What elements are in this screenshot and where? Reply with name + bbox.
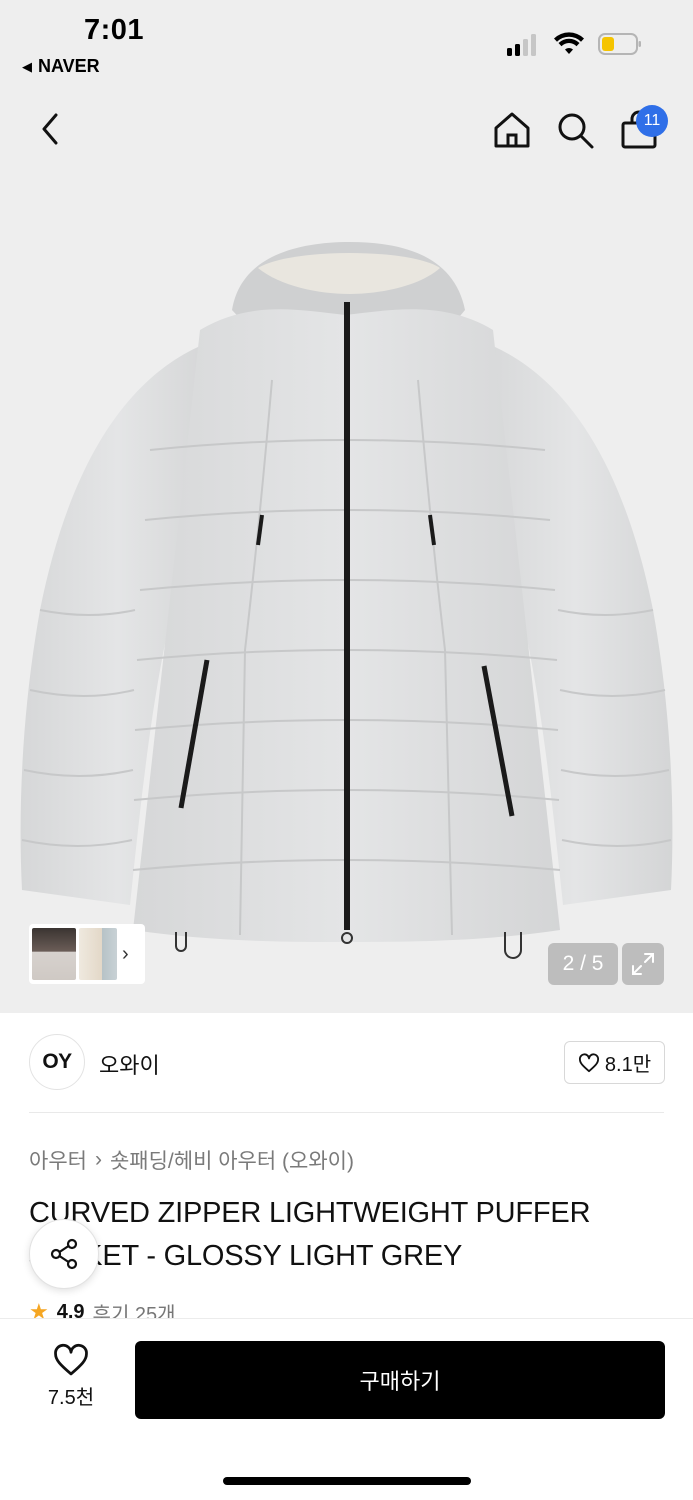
home-indicator xyxy=(223,1477,471,1485)
divider xyxy=(29,1112,664,1113)
status-bar: 7:01 ◀ NAVER xyxy=(0,0,693,90)
back-chevron-icon[interactable] xyxy=(32,109,68,149)
back-to-app-link[interactable]: ◀ NAVER xyxy=(22,56,100,77)
brand-row: OY 오와이 8.1만 xyxy=(0,1013,693,1113)
product-image-jacket[interactable] xyxy=(0,190,693,980)
brand-like-button[interactable]: 8.1만 xyxy=(564,1041,665,1084)
heart-outline-icon xyxy=(54,1343,88,1376)
expand-image-button[interactable] xyxy=(622,943,664,985)
expand-icon xyxy=(632,953,654,975)
back-triangle-icon: ◀ xyxy=(22,58,32,74)
home-icon[interactable] xyxy=(491,109,533,151)
brand-like-count: 8.1만 xyxy=(604,1054,652,1076)
thumbnail-2[interactable] xyxy=(79,928,117,980)
bottom-action-bar: 7.5천 구매하기 xyxy=(0,1318,693,1500)
thumbnail-next-icon[interactable]: › xyxy=(122,943,129,966)
buy-button[interactable]: 구매하기 xyxy=(135,1341,665,1419)
search-icon[interactable] xyxy=(554,109,596,151)
status-time: 7:01 xyxy=(84,14,145,46)
brand-name[interactable]: 오와이 xyxy=(99,1048,160,1080)
wifi-icon xyxy=(554,32,584,54)
heart-icon xyxy=(578,1052,599,1072)
share-button[interactable] xyxy=(29,1219,99,1289)
top-navigation xyxy=(0,95,693,165)
battery-icon xyxy=(598,33,641,55)
back-app-label: NAVER xyxy=(38,56,100,76)
share-icon xyxy=(50,1238,78,1270)
image-thumbnail-strip[interactable]: › xyxy=(29,924,145,984)
image-counter: 2 / 5 xyxy=(548,943,618,985)
thumbnail-1[interactable] xyxy=(32,928,76,980)
cart-count-badge: 11 xyxy=(636,105,668,137)
wishlist-count: 7.5천 xyxy=(47,1387,95,1409)
breadcrumb-item-padding[interactable]: 숏패딩/헤비 아우터 (오와이) xyxy=(110,1145,354,1175)
cellular-signal-icon xyxy=(507,32,536,56)
brand-logo[interactable]: OY xyxy=(29,1034,85,1090)
breadcrumb-item-outer[interactable]: 아우터 xyxy=(29,1145,87,1175)
product-title: CURVED ZIPPER LIGHTWEIGHT PUFFER JACKET … xyxy=(29,1197,591,1272)
wishlist-button[interactable]: 7.5천 xyxy=(30,1343,112,1423)
breadcrumb-separator-icon: › xyxy=(94,1148,102,1171)
product-hero: 7:01 ◀ NAVER 11 › 2 / 5 xyxy=(0,0,693,1013)
breadcrumb: 아우터 › 숏패딩/헤비 아우터 (오와이) xyxy=(29,1145,354,1175)
